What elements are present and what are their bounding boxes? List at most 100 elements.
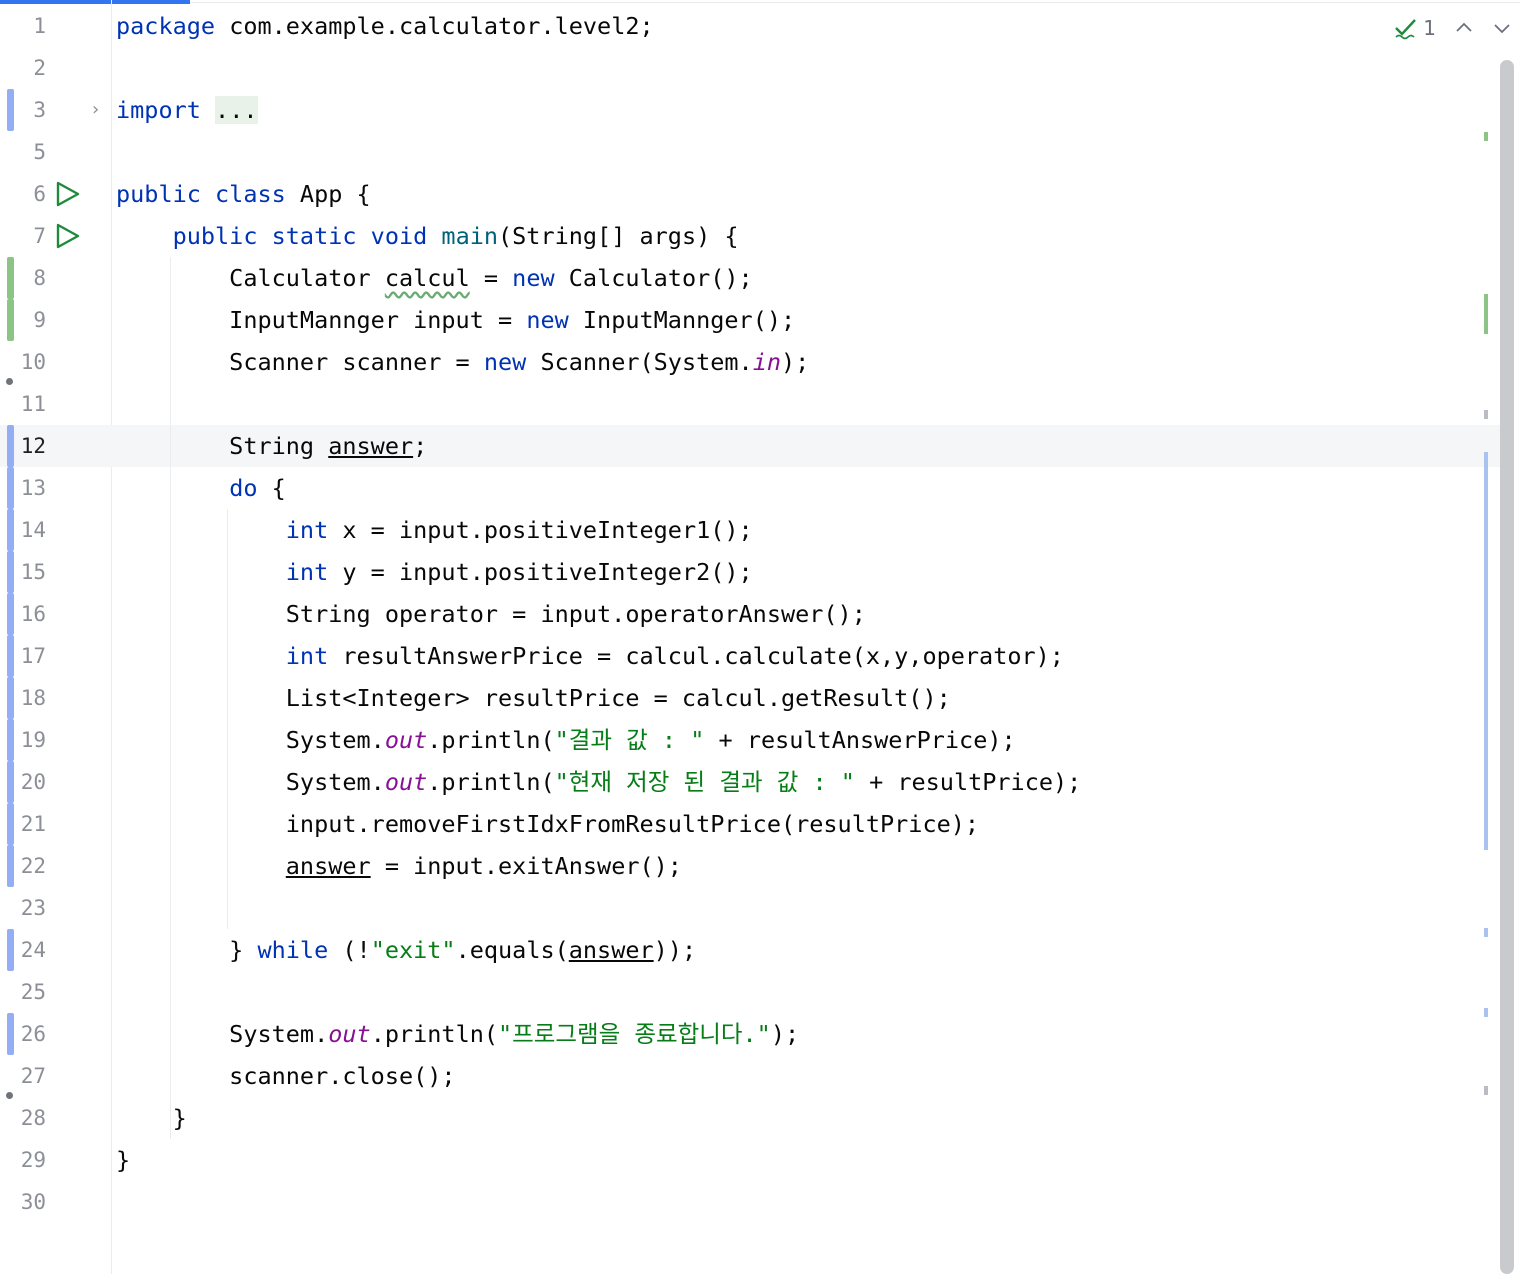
run-icon[interactable]: [54, 180, 82, 208]
code-line[interactable]: 24 } while (!"exit".equals(answer));: [0, 929, 1500, 971]
code-line[interactable]: 3 › import ...: [0, 89, 1500, 131]
line-number[interactable]: 29: [10, 1139, 46, 1181]
code-text[interactable]: Calculator calcul = new Calculator();: [116, 257, 753, 299]
run-icon[interactable]: [54, 222, 82, 250]
line-number[interactable]: 6: [10, 173, 46, 215]
code-text[interactable]: int y = input.positiveInteger2();: [116, 551, 753, 593]
line-number[interactable]: 12: [10, 425, 46, 467]
code-text[interactable]: }: [116, 1097, 187, 1139]
line-number[interactable]: 22: [10, 845, 46, 887]
line-number[interactable]: 16: [10, 593, 46, 635]
check-icon[interactable]: [1393, 15, 1419, 41]
code-text[interactable]: String answer;: [116, 425, 427, 467]
line-number[interactable]: 26: [10, 1013, 46, 1055]
code-text[interactable]: do {: [116, 467, 286, 509]
code-line[interactable]: 16 String operator = input.operatorAnswe…: [0, 593, 1500, 635]
vcs-change-marker[interactable]: [7, 425, 14, 467]
vcs-change-marker[interactable]: [7, 761, 14, 803]
line-number[interactable]: 28: [10, 1097, 46, 1139]
code-line[interactable]: 9 InputMannger input = new InputMannger(…: [0, 299, 1500, 341]
code-text[interactable]: InputMannger input = new InputMannger();: [116, 299, 795, 341]
code-text[interactable]: input.removeFirstIdxFromResultPrice(resu…: [116, 803, 979, 845]
code-line[interactable]: 30: [0, 1181, 1500, 1223]
vcs-change-marker[interactable]: [7, 845, 14, 887]
vcs-change-marker[interactable]: [7, 635, 14, 677]
line-number[interactable]: 30: [10, 1181, 46, 1223]
code-line[interactable]: 23: [0, 887, 1500, 929]
code-text[interactable]: System.out.println("결과 값 : " + resultAns…: [116, 719, 1016, 761]
code-line[interactable]: 10 Scanner scanner = new Scanner(System.…: [0, 341, 1500, 385]
code-line[interactable]: 6 public class App {: [0, 173, 1500, 215]
scroll-mark[interactable]: [1484, 410, 1488, 419]
line-number[interactable]: 25: [10, 971, 46, 1013]
code-line[interactable]: 2: [0, 47, 1500, 89]
vcs-change-marker[interactable]: [7, 467, 14, 509]
vcs-change-marker[interactable]: [7, 593, 14, 635]
line-number[interactable]: 23: [10, 887, 46, 929]
scroll-mark[interactable]: [1484, 928, 1488, 937]
vcs-change-marker[interactable]: [7, 551, 14, 593]
chevron-down-icon[interactable]: [1492, 18, 1512, 38]
code-line[interactable]: 12 String answer;: [0, 425, 1500, 467]
code-line[interactable]: 28 }: [0, 1097, 1500, 1139]
code-line[interactable]: 8 Calculator calcul = new Calculator();: [0, 257, 1500, 299]
code-line[interactable]: 21 input.removeFirstIdxFromResultPrice(r…: [0, 803, 1500, 845]
line-number[interactable]: 15: [10, 551, 46, 593]
code-line[interactable]: 13 do {: [0, 467, 1500, 509]
code-line[interactable]: 14 int x = input.positiveInteger1();: [0, 509, 1500, 551]
code-line[interactable]: 15 int y = input.positiveInteger2();: [0, 551, 1500, 593]
line-number[interactable]: 17: [10, 635, 46, 677]
scroll-mark[interactable]: [1484, 294, 1488, 334]
vcs-change-marker[interactable]: [7, 677, 14, 719]
line-number[interactable]: 5: [10, 131, 46, 173]
code-text[interactable]: }: [116, 1139, 130, 1181]
code-line[interactable]: 11: [0, 383, 1500, 425]
code-line[interactable]: 18 List<Integer> resultPrice = calcul.ge…: [0, 677, 1500, 719]
code-text[interactable]: Scanner scanner = new Scanner(System.in)…: [116, 341, 809, 383]
code-text[interactable]: String operator = input.operatorAnswer()…: [116, 593, 866, 635]
code-text[interactable]: } while (!"exit".equals(answer));: [116, 929, 696, 971]
line-number[interactable]: 18: [10, 677, 46, 719]
line-number[interactable]: 2: [10, 47, 46, 89]
vcs-change-marker[interactable]: [7, 719, 14, 761]
code-line[interactable]: 26 System.out.println("프로그램을 종료합니다.");: [0, 1013, 1500, 1055]
code-line[interactable]: 22 answer = input.exitAnswer();: [0, 845, 1500, 887]
line-number[interactable]: 11: [10, 383, 46, 425]
chevron-up-icon[interactable]: [1454, 18, 1474, 38]
scroll-mark[interactable]: [1484, 1008, 1488, 1017]
scroll-mark[interactable]: [1484, 1086, 1488, 1095]
code-editor[interactable]: 1 package com.example.calculator.level2; 2…: [0, 5, 1500, 1223]
code-line[interactable]: 7 public static void main(String[] args)…: [0, 215, 1500, 257]
code-text[interactable]: import ...: [116, 89, 258, 131]
line-number[interactable]: 20: [10, 761, 46, 803]
code-text[interactable]: package com.example.calculator.level2;: [116, 5, 654, 47]
line-number[interactable]: 10: [10, 341, 46, 383]
line-number[interactable]: 9: [10, 299, 46, 341]
code-text[interactable]: answer = input.exitAnswer();: [116, 845, 682, 887]
code-line[interactable]: 1 package com.example.calculator.level2;: [0, 5, 1500, 47]
line-number[interactable]: 7: [10, 215, 46, 257]
line-number[interactable]: 19: [10, 719, 46, 761]
vertical-scrollbar[interactable]: [1500, 60, 1514, 1274]
line-number[interactable]: 27: [10, 1055, 46, 1097]
vcs-change-marker[interactable]: [7, 509, 14, 551]
code-text[interactable]: List<Integer> resultPrice = calcul.getRe…: [116, 677, 951, 719]
code-line[interactable]: 29}: [0, 1139, 1500, 1181]
line-number[interactable]: 8: [10, 257, 46, 299]
code-text[interactable]: int x = input.positiveInteger1();: [116, 509, 753, 551]
line-number[interactable]: 3: [10, 89, 46, 131]
inspection-widget[interactable]: 1: [1393, 15, 1512, 41]
vcs-change-marker[interactable]: [7, 1013, 14, 1055]
vcs-change-marker[interactable]: [7, 257, 14, 299]
code-text[interactable]: scanner.close();: [116, 1055, 455, 1097]
scroll-mark[interactable]: [1484, 452, 1488, 850]
code-line[interactable]: 20 System.out.println("현재 저장 된 결과 값 : " …: [0, 761, 1500, 803]
line-number[interactable]: 24: [10, 929, 46, 971]
code-line[interactable]: 25: [0, 971, 1500, 1013]
vcs-change-marker[interactable]: [7, 89, 14, 131]
line-number[interactable]: 21: [10, 803, 46, 845]
code-text[interactable]: System.out.println("현재 저장 된 결과 값 : " + r…: [116, 761, 1082, 803]
line-number[interactable]: 14: [10, 509, 46, 551]
vcs-change-marker[interactable]: [7, 929, 14, 971]
line-number[interactable]: 13: [10, 467, 46, 509]
